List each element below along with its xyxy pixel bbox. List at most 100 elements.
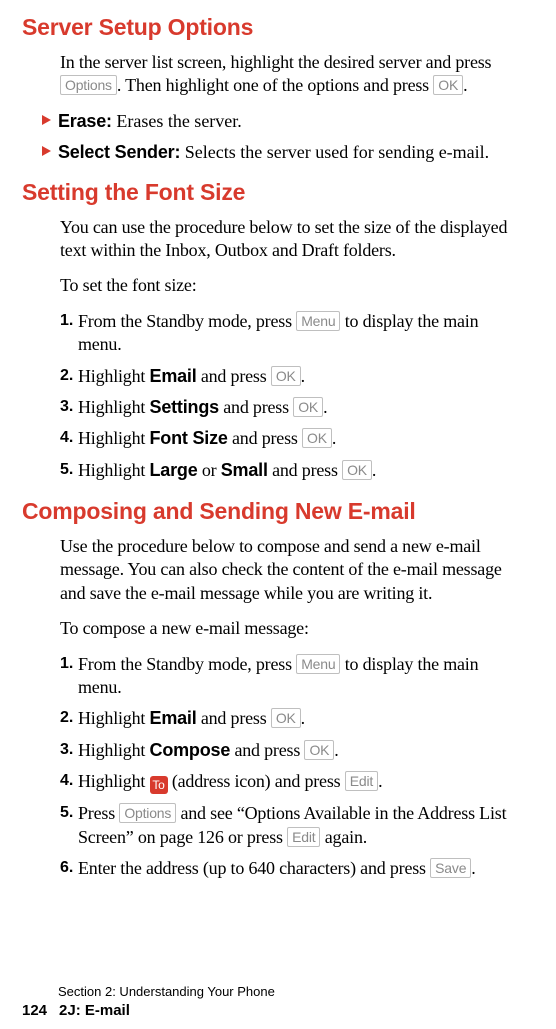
step-number: 3.	[60, 396, 78, 418]
inline-bold: Small	[221, 460, 268, 480]
heading-composing-email: Composing and Sending New E-mail	[22, 498, 522, 525]
text: . Then highlight one of the options and …	[117, 75, 433, 95]
step-item: 1. From the Standby mode, press Menu to …	[60, 653, 522, 700]
step-item: 6. Enter the address (up to 640 characte…	[60, 857, 522, 880]
step-item: 3. Highlight Compose and press OK.	[60, 739, 522, 762]
bullet-text: Erase: Erases the server.	[58, 110, 242, 133]
step-number: 2.	[60, 707, 78, 729]
section3-steps: 1. From the Standby mode, press Menu to …	[60, 653, 522, 881]
options-keycap: Options	[60, 75, 117, 95]
text: Highlight	[78, 460, 150, 480]
bullet-erase: Erase: Erases the server.	[42, 110, 522, 133]
step-number: 4.	[60, 427, 78, 449]
text: .	[332, 428, 336, 448]
text: .	[471, 858, 475, 878]
menu-keycap: Menu	[296, 311, 340, 331]
section1-intro: In the server list screen, highlight the…	[60, 51, 522, 98]
bullet-select-sender: Select Sender: Selects the server used f…	[42, 141, 522, 164]
text: From the Standby mode, press	[78, 311, 296, 331]
step-number: 3.	[60, 739, 78, 761]
text: Press	[78, 803, 119, 823]
step-body: Highlight Compose and press OK.	[78, 739, 522, 762]
step-number: 2.	[60, 365, 78, 387]
section2-lead: To set the font size:	[60, 274, 522, 297]
text: and press	[228, 428, 302, 448]
section2-intro: You can use the procedure below to set t…	[60, 216, 522, 263]
triangle-icon	[42, 114, 52, 126]
inline-bold: Email	[150, 708, 197, 728]
section2-body: You can use the procedure below to set t…	[60, 216, 522, 483]
bullet-rest: Erases the server.	[112, 111, 242, 131]
section3-body: Use the procedure below to compose and s…	[60, 535, 522, 880]
section3-lead: To compose a new e-mail message:	[60, 617, 522, 640]
section3-intro: Use the procedure below to compose and s…	[60, 535, 522, 605]
text: Highlight	[78, 708, 150, 728]
step-body: Highlight Email and press OK.	[78, 365, 522, 388]
section1-body: In the server list screen, highlight the…	[60, 51, 522, 165]
step-body: Highlight Email and press OK.	[78, 707, 522, 730]
step-body: Highlight Font Size and press OK.	[78, 427, 522, 450]
to-icon: To	[150, 776, 168, 794]
options-keycap: Options	[119, 803, 176, 823]
text: .	[463, 75, 467, 95]
ok-keycap: OK	[302, 428, 332, 448]
step-item: 2. Highlight Email and press OK.	[60, 365, 522, 388]
step-body: From the Standby mode, press Menu to dis…	[78, 653, 522, 700]
step-item: 1. From the Standby mode, press Menu to …	[60, 310, 522, 357]
text: (address icon) and press	[168, 771, 345, 791]
text: and press	[197, 366, 271, 386]
inline-bold: Email	[150, 366, 197, 386]
text: or	[198, 460, 221, 480]
step-body: Highlight Settings and press OK.	[78, 396, 522, 419]
step-number: 5.	[60, 459, 78, 481]
step-number: 6.	[60, 857, 78, 879]
edit-keycap: Edit	[345, 771, 378, 791]
step-item: 5. Highlight Large or Small and press OK…	[60, 459, 522, 482]
step-body: Enter the address (up to 640 characters)…	[78, 857, 522, 880]
step-item: 4. Highlight To (address icon) and press…	[60, 770, 522, 794]
step-body: From the Standby mode, press Menu to dis…	[78, 310, 522, 357]
text: From the Standby mode, press	[78, 654, 296, 674]
section2-steps: 1. From the Standby mode, press Menu to …	[60, 310, 522, 482]
text: and press	[197, 708, 271, 728]
ok-keycap: OK	[433, 75, 463, 95]
step-item: 3. Highlight Settings and press OK.	[60, 396, 522, 419]
step-number: 1.	[60, 310, 78, 332]
bullet-label: Select Sender:	[58, 142, 180, 162]
page: Server Setup Options In the server list …	[0, 0, 556, 1029]
step-number: 4.	[60, 770, 78, 792]
text: Enter the address (up to 640 characters)…	[78, 858, 430, 878]
breadcrumb: 2J: E-mail	[59, 1002, 130, 1019]
text: .	[334, 740, 338, 760]
ok-keycap: OK	[271, 366, 301, 386]
ok-keycap: OK	[293, 397, 323, 417]
heading-server-setup: Server Setup Options	[22, 14, 522, 41]
text: .	[372, 460, 376, 480]
inline-bold: Compose	[150, 740, 231, 760]
ok-keycap: OK	[271, 708, 301, 728]
text: Highlight	[78, 771, 150, 791]
page-footer: Section 2: Understanding Your Phone 1242…	[22, 984, 275, 1019]
text: Highlight	[78, 428, 150, 448]
triangle-icon	[42, 145, 52, 157]
text: and press	[230, 740, 304, 760]
step-item: 2. Highlight Email and press OK.	[60, 707, 522, 730]
text: .	[301, 366, 305, 386]
footer-page-crumb: 1242J: E-mail	[22, 1002, 275, 1019]
step-body: Press Options and see “Options Available…	[78, 802, 522, 849]
footer-section-label: Section 2: Understanding Your Phone	[58, 984, 275, 999]
text: and press	[219, 397, 293, 417]
inline-bold: Font Size	[150, 428, 228, 448]
step-item: 5. Press Options and see “Options Availa…	[60, 802, 522, 849]
menu-keycap: Menu	[296, 654, 340, 674]
bullet-text: Select Sender: Selects the server used f…	[58, 141, 489, 164]
step-body: Highlight To (address icon) and press Ed…	[78, 770, 522, 794]
inline-bold: Large	[150, 460, 198, 480]
text: Highlight	[78, 740, 150, 760]
step-number: 1.	[60, 653, 78, 675]
edit-keycap: Edit	[287, 827, 320, 847]
text: .	[301, 708, 305, 728]
text: again.	[320, 827, 367, 847]
text: and press	[268, 460, 342, 480]
text: Highlight	[78, 397, 150, 417]
